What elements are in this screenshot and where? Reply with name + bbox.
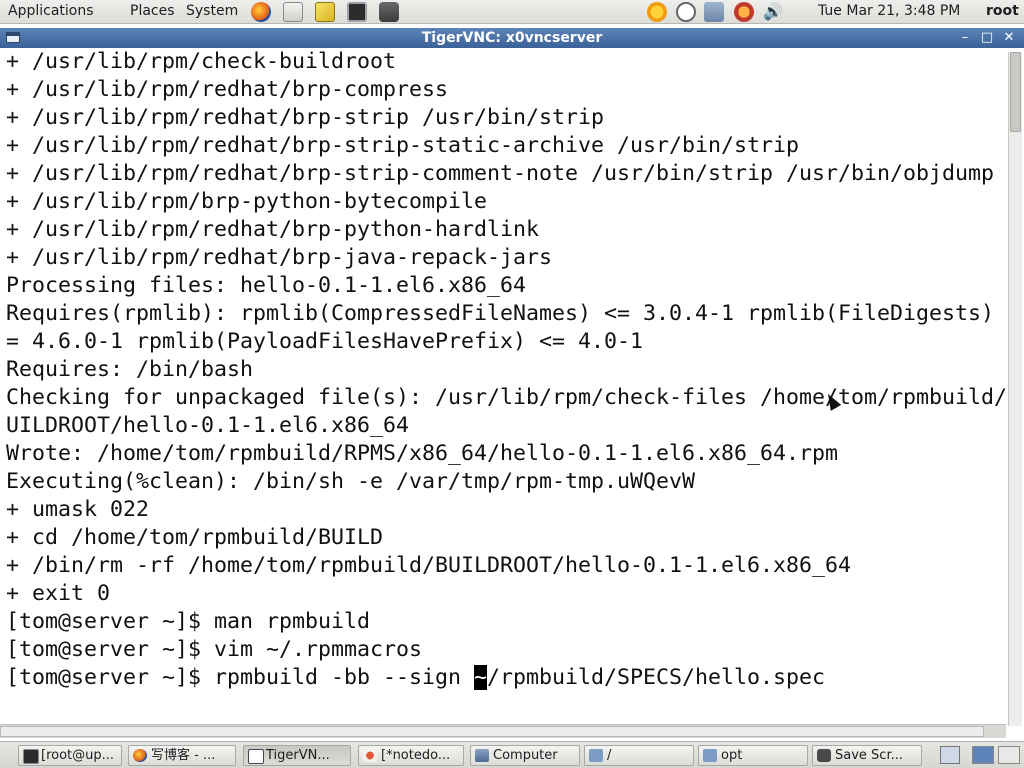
notes-icon xyxy=(363,749,377,762)
terminal-line: [tom@server ~]$ vim ~/.rpmmacros xyxy=(6,637,423,662)
update-icon[interactable] xyxy=(734,2,754,22)
clock[interactable]: Tue Mar 21, 3:48 PM xyxy=(818,3,960,19)
terminal-line: + /usr/lib/rpm/redhat/brp-strip /usr/bin… xyxy=(6,105,605,130)
task-label: Computer xyxy=(493,748,558,763)
terminal-prompt-line[interactable]: [tom@server ~]$ rpmbuild -bb --sign ~/rp… xyxy=(6,664,1008,692)
task-computer[interactable]: Computer xyxy=(470,745,580,766)
task-notes[interactable]: [*notedo... xyxy=(358,745,464,766)
system-menu[interactable]: System xyxy=(186,3,238,20)
camera-icon xyxy=(817,749,831,762)
terminal-line: + /usr/lib/rpm/brp-python-bytecompile xyxy=(6,189,488,214)
weather-icon[interactable] xyxy=(647,2,667,22)
firefox-icon[interactable] xyxy=(251,2,271,22)
top-panel: Applications Places System 🔊 Tue Mar 21,… xyxy=(0,0,1024,24)
computer-icon xyxy=(475,749,489,762)
terminal-line: + exit 0 xyxy=(6,581,111,606)
bottom-taskbar: [root@up... 写博客 - ... TigerVN... [*noted… xyxy=(0,741,1024,768)
task-label: Save Scr... xyxy=(835,748,903,763)
show-desktop-icon[interactable] xyxy=(940,746,960,764)
terminal-line: + cd /home/tom/rpmbuild/BUILD xyxy=(6,525,384,550)
terminal-line: + /usr/lib/rpm/redhat/brp-strip-comment-… xyxy=(6,161,995,186)
terminal-line: + umask 022 xyxy=(6,497,150,522)
close-button[interactable]: ✕ xyxy=(1000,29,1018,47)
firefox-icon xyxy=(133,749,147,762)
terminal-line: Wrote: /home/tom/rpmbuild/RPMS/x86_64/he… xyxy=(6,441,839,466)
terminal-icon[interactable] xyxy=(347,2,367,22)
terminal-line: Executing(%clean): /bin/sh -e /var/tmp/r… xyxy=(6,469,696,494)
workspace-2[interactable] xyxy=(998,746,1020,764)
task-folder-opt[interactable]: opt xyxy=(698,745,808,766)
vertical-scrollbar-thumb[interactable] xyxy=(1010,52,1021,132)
applications-menu[interactable]: Applications xyxy=(8,3,94,20)
terminal-output[interactable]: + /usr/lib/rpm/check-buildroot + /usr/lib… xyxy=(6,48,1008,724)
terminal-line: Checking for unpackaged file(s): /usr/li… xyxy=(6,385,1008,410)
window-title: TigerVNC: x0vncserver xyxy=(421,30,603,46)
terminal-line: + /usr/lib/rpm/redhat/brp-python-hardlin… xyxy=(6,217,540,242)
task-tigervnc[interactable]: TigerVN... xyxy=(243,745,351,766)
email-icon[interactable] xyxy=(283,2,303,22)
terminal-line: UILDROOT/hello-0.1-1.el6.x86_64 xyxy=(6,413,410,438)
task-folder-root[interactable]: / xyxy=(584,745,694,766)
maximize-button[interactable]: □ xyxy=(978,29,996,47)
terminal-line: Requires: /bin/bash xyxy=(6,357,254,382)
terminal-line: + /bin/rm -rf /home/tom/rpmbuild/BUILDRO… xyxy=(6,553,852,578)
terminal-view[interactable]: + /usr/lib/rpm/check-buildroot + /usr/lib… xyxy=(0,48,1024,740)
task-label: TigerVN... xyxy=(266,748,330,763)
terminal-line: Requires(rpmlib): rpmlib(CompressedFileN… xyxy=(6,301,995,326)
prompt-command-text: [tom@server ~]$ rpmbuild -bb --sign xyxy=(6,665,475,690)
text-editor-icon[interactable] xyxy=(315,2,335,22)
terminal-line: + /usr/lib/rpm/check-buildroot xyxy=(6,49,397,74)
folder-icon xyxy=(703,749,717,762)
terminal-icon xyxy=(23,749,39,764)
terminal-line: + /usr/lib/rpm/redhat/brp-strip-static-a… xyxy=(6,133,800,158)
terminal-line: + /usr/lib/rpm/redhat/brp-java-repack-ja… xyxy=(6,245,553,270)
minimize-button[interactable]: – xyxy=(956,29,974,47)
text-cursor: ~ xyxy=(474,665,488,690)
task-label: / xyxy=(607,748,612,763)
workspace-1[interactable] xyxy=(972,746,994,764)
task-root-terminal[interactable]: [root@up... xyxy=(18,745,122,766)
user-menu[interactable]: root xyxy=(986,3,1019,19)
task-label: 写博客 - ... xyxy=(151,748,216,763)
task-save-screenshot[interactable]: Save Scr... xyxy=(812,745,922,766)
task-firefox-blog[interactable]: 写博客 - ... xyxy=(128,745,236,766)
timer-icon[interactable] xyxy=(676,2,696,22)
folder-icon xyxy=(589,749,603,762)
vertical-scrollbar[interactable] xyxy=(1008,52,1022,726)
horizontal-scrollbar-thumb[interactable] xyxy=(0,726,984,737)
window-titlebar[interactable]: TigerVNC: x0vncserver – □ ✕ xyxy=(0,28,1024,48)
vnc-icon xyxy=(248,749,264,764)
screenshot-icon[interactable] xyxy=(379,2,399,22)
terminal-line: = 4.6.0-1 rpmlib(PayloadFilesHavePrefix)… xyxy=(6,329,644,354)
terminal-line: Processing files: hello-0.1-1.el6.x86_64 xyxy=(6,273,527,298)
terminal-line: [tom@server ~]$ man rpmbuild xyxy=(6,609,371,634)
task-label: [root@up... xyxy=(41,748,115,763)
terminal-line: + /usr/lib/rpm/redhat/brp-compress xyxy=(6,77,449,102)
places-menu[interactable]: Places xyxy=(130,3,175,20)
task-label: [*notedo... xyxy=(381,748,451,763)
prompt-command-text-after: /rpmbuild/SPECS/hello.spec xyxy=(487,665,826,690)
volume-icon[interactable]: 🔊 xyxy=(763,2,783,22)
horizontal-scrollbar[interactable] xyxy=(0,724,1006,738)
network-icon[interactable] xyxy=(704,2,724,22)
task-label: opt xyxy=(721,748,743,763)
